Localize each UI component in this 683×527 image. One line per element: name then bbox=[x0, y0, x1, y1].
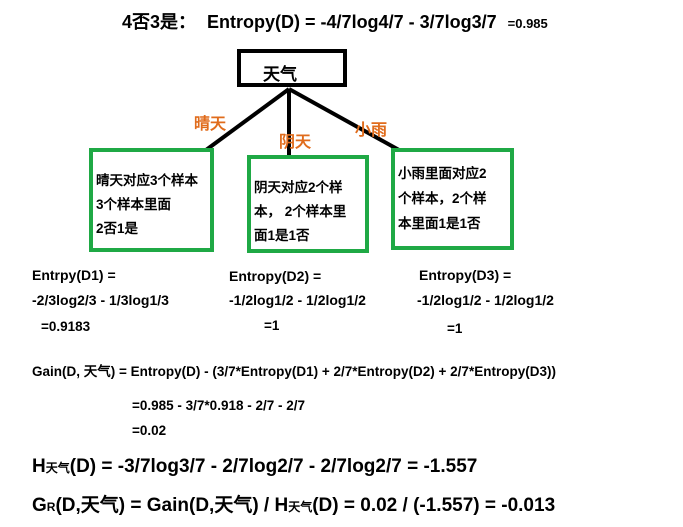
child-box-sunny-line: 3个样本里面 bbox=[96, 197, 172, 212]
diagram-canvas: 4否3是： Entropy(D) = -4/7log4/7 - 3/7log3/… bbox=[0, 0, 683, 527]
child-box-sunny-line: 晴天对应3个样本 bbox=[96, 173, 199, 188]
entropy-d2-expr: -1/2log1/2 - 1/2log1/2 bbox=[229, 292, 366, 308]
entropy-d1-expr: -2/3log2/3 - 1/3log1/3 bbox=[32, 292, 169, 308]
child-box-rain-line: 小雨里面对应2 bbox=[398, 166, 487, 181]
gain-line-1: Gain(D, 天气) = Entropy(D) - (3/7*Entropy(… bbox=[32, 364, 556, 379]
split-info-subscript: 天气 bbox=[45, 461, 70, 475]
root-node-label: 天气 bbox=[263, 65, 297, 84]
child-box-cloudy: 阴天对应2个样 本， 2个样本里 面1是1否 bbox=[247, 155, 369, 253]
gain-line-2: =0.985 - 3/7*0.918 - 2/7 - 2/7 bbox=[132, 398, 305, 413]
branch-label-cloudy: 阴天 bbox=[279, 134, 312, 151]
child-box-cloudy-line: 阴天对应2个样 bbox=[254, 180, 343, 195]
gain-ratio-symbol: G bbox=[32, 495, 47, 516]
gain-ratio-rest: (D) = 0.02 / (-1.557) = -0.013 bbox=[312, 495, 556, 516]
split-info-rest: (D) = -3/7log3/7 - 2/7log2/7 - 2/7log2/7… bbox=[69, 456, 478, 477]
gain-ratio-formula: GR(D,天气) = Gain(D,天气) / H天气(D) = 0.02 / … bbox=[32, 490, 555, 517]
child-box-cloudy-line: 本， 2个样本里 bbox=[254, 204, 347, 219]
gain-ratio-mid: (D,天气) = Gain(D,天气) / H bbox=[55, 495, 289, 516]
branch-label-rain: 小雨 bbox=[355, 122, 388, 139]
entropy-d3-name: Entropy(D3) = bbox=[419, 267, 512, 283]
entropy-d3-value: =1 bbox=[447, 321, 463, 336]
root-node: 天气 bbox=[237, 49, 347, 87]
child-box-rain-line: 个样本，2个样 bbox=[398, 191, 487, 206]
entropy-d3-expr: -1/2log1/2 - 1/2log1/2 bbox=[417, 292, 554, 308]
gain-ratio-subscript-2: 天气 bbox=[288, 500, 313, 514]
entropy-d1-value: =0.9183 bbox=[41, 319, 91, 334]
split-info-formula: H天气(D) = -3/7log3/7 - 2/7log2/7 - 2/7log… bbox=[32, 456, 477, 478]
split-info-symbol: H bbox=[32, 456, 46, 477]
child-box-sunny-line: 2否1是 bbox=[96, 221, 139, 236]
entropy-d1-name: Entrpy(D1) = bbox=[32, 267, 116, 283]
branch-label-sunny: 晴天 bbox=[194, 116, 227, 133]
child-box-sunny: 晴天对应3个样本 3个样本里面 2否1是 bbox=[89, 148, 214, 252]
child-box-rain: 小雨里面对应2 个样本，2个样 本里面1是1否 bbox=[391, 148, 514, 250]
child-box-rain-line: 本里面1是1否 bbox=[398, 216, 481, 231]
gain-line-3: =0.02 bbox=[132, 423, 167, 438]
child-box-cloudy-line: 面1是1否 bbox=[254, 228, 310, 243]
entropy-d2-name: Entropy(D2) = bbox=[229, 268, 322, 284]
entropy-d2-value: =1 bbox=[264, 318, 280, 333]
